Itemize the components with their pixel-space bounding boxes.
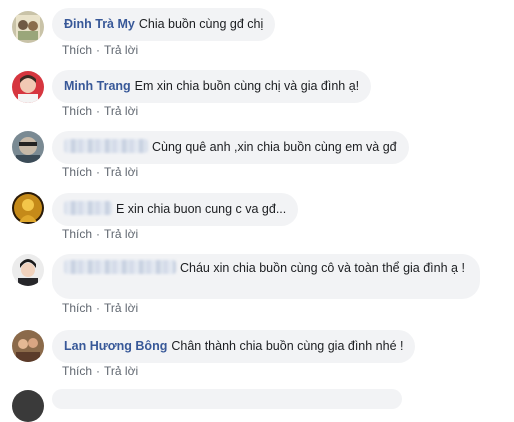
like-button[interactable]: Thích: [62, 104, 92, 118]
separator-dot: ·: [96, 364, 101, 378]
reply-button[interactable]: Trả lời: [104, 165, 138, 179]
avatar[interactable]: [12, 71, 44, 103]
separator-dot: ·: [96, 301, 101, 315]
comment-bubble: Cùng quê anh ,xin chia buồn cùng em và g…: [52, 131, 409, 164]
reply-button[interactable]: Trả lời: [104, 301, 138, 315]
avatar[interactable]: [12, 390, 44, 422]
comment-bubble: E xin chia buon cung c va gđ...: [52, 193, 299, 226]
comment-bubble: [52, 389, 402, 409]
comment-actions: Thích · Trả lời: [62, 165, 138, 179]
blurred-author-name[interactable]: [64, 260, 176, 274]
reply-button[interactable]: Trả lời: [104, 43, 138, 57]
avatar[interactable]: [12, 192, 44, 224]
separator-dot: ·: [96, 43, 101, 57]
like-button[interactable]: Thích: [62, 165, 92, 179]
comment-bubble: Đinh Trà My Chia buồn cùng gđ chị: [52, 8, 276, 41]
comment-bubble: Cháu xin chia buồn cùng cô và toàn thể g…: [52, 254, 480, 299]
comment-text: Cùng quê anh ,xin chia buồn cùng em và g…: [152, 140, 397, 154]
like-button[interactable]: Thích: [62, 364, 92, 378]
like-button[interactable]: Thích: [62, 301, 92, 315]
separator-dot: ·: [96, 165, 101, 179]
comment-actions: Thích · Trả lời: [62, 364, 138, 378]
comment-bubble: Minh Trang Em xin chia buồn cùng chị và g…: [52, 70, 372, 103]
avatar[interactable]: [12, 131, 44, 163]
like-button[interactable]: Thích: [62, 43, 92, 57]
avatar[interactable]: [12, 330, 44, 362]
reply-button[interactable]: Trả lời: [104, 227, 138, 241]
comment-text: Chia buồn cùng gđ chị: [138, 17, 264, 31]
comment-text: Em xin chia buồn cùng chị và gia đình ạ!: [134, 79, 360, 93]
comment-actions: Thích · Trả lời: [62, 301, 138, 315]
separator-dot: ·: [96, 104, 101, 118]
comment-author[interactable]: Minh Trang: [64, 79, 131, 93]
blurred-author-name[interactable]: [64, 139, 148, 153]
avatar[interactable]: [12, 254, 44, 286]
comment-actions: Thích · Trả lời: [62, 104, 138, 118]
comment-actions: Thích · Trả lời: [62, 43, 138, 57]
blurred-author-name[interactable]: [64, 201, 112, 215]
reply-button[interactable]: Trả lời: [104, 364, 138, 378]
comment-author[interactable]: Lan Hương Bông: [64, 339, 167, 353]
comment-text: Chân thành chia buồn cùng gia đình nhé !: [171, 339, 404, 353]
comment-author[interactable]: Đinh Trà My: [64, 17, 135, 31]
avatar[interactable]: [12, 11, 44, 43]
comment-bubble: Lan Hương Bông Chân thành chia buồn cùng …: [52, 330, 416, 363]
comment-text: Cháu xin chia buồn cùng cô và toàn thể g…: [180, 261, 465, 275]
comment-text: E xin chia buon cung c va gđ...: [116, 202, 287, 216]
separator-dot: ·: [96, 227, 101, 241]
reply-button[interactable]: Trả lời: [104, 104, 138, 118]
like-button[interactable]: Thích: [62, 227, 92, 241]
comment-actions: Thích · Trả lời: [62, 227, 138, 241]
